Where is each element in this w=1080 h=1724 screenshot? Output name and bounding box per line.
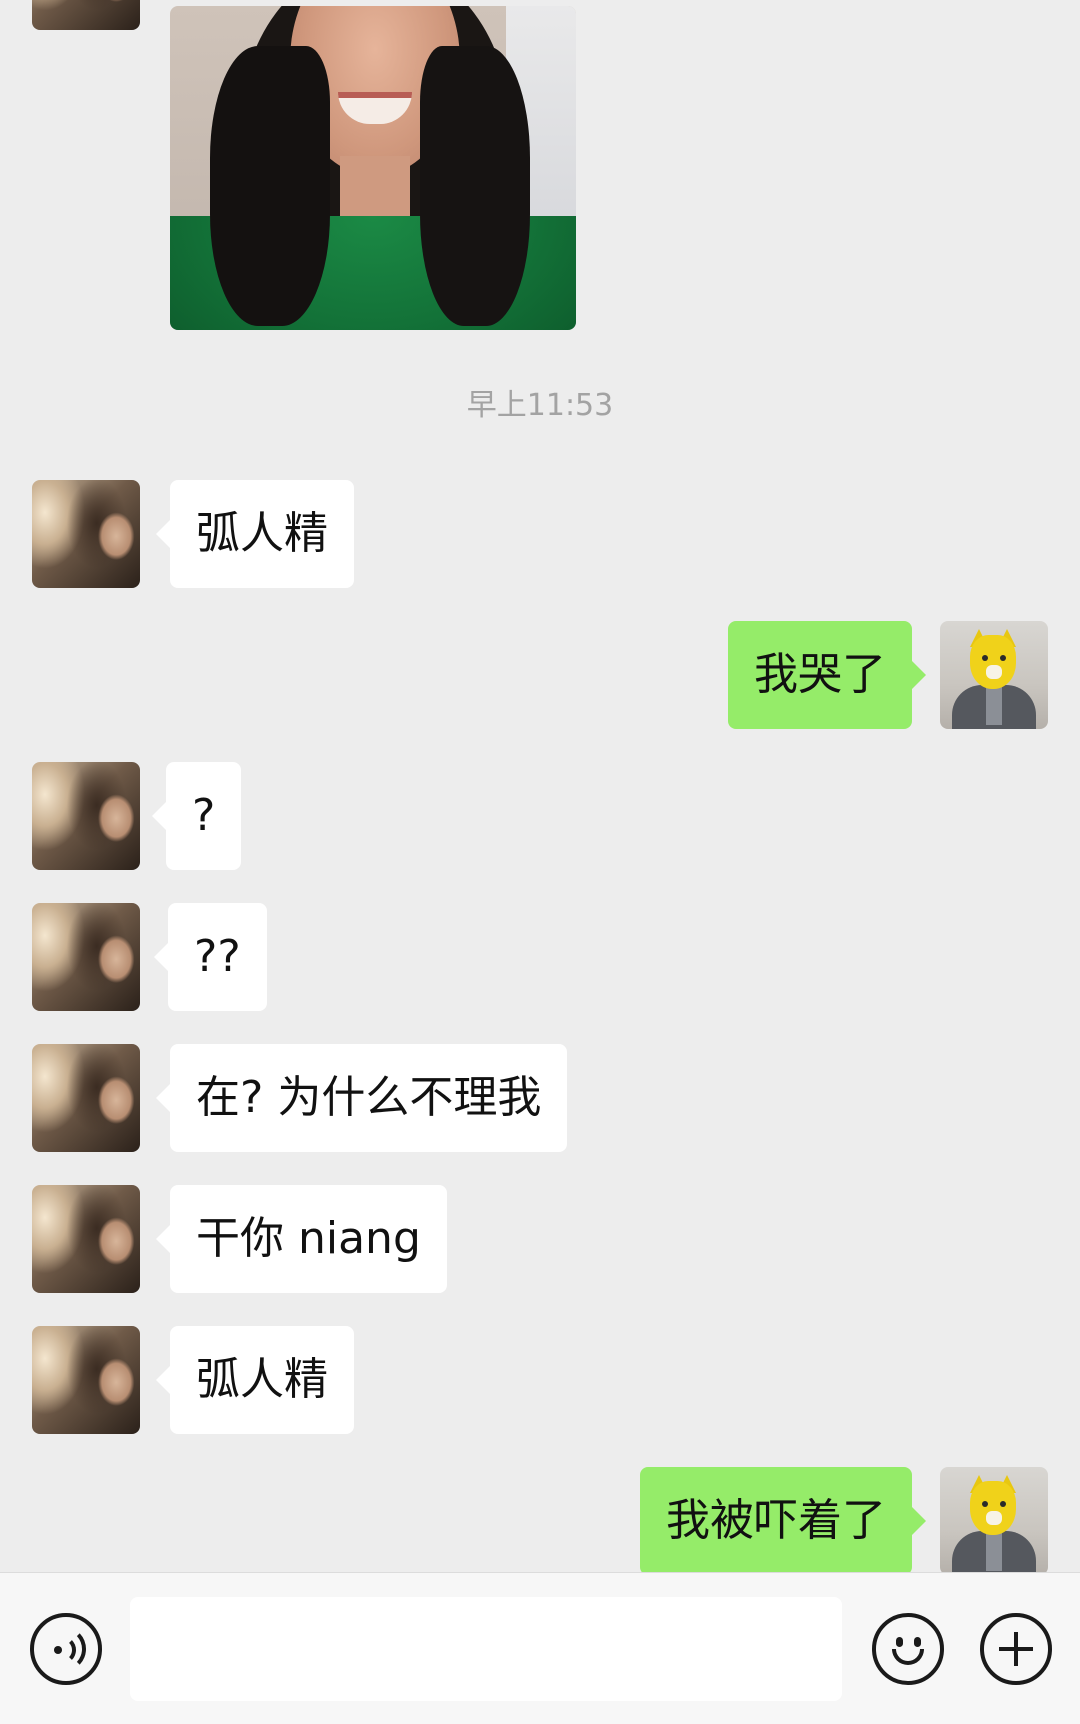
chat-area[interactable]: 早上11:53 弧人精 我哭了 ? ?? 在? 为什么不理我 干你 niang … (0, 0, 1080, 1572)
contact-avatar[interactable] (32, 0, 140, 30)
my-avatar[interactable] (940, 1467, 1048, 1572)
message-bubble-sent[interactable]: 我被吓着了 (640, 1467, 926, 1572)
contact-avatar[interactable] (32, 480, 140, 588)
chat-input-bar (0, 1572, 1080, 1724)
contact-avatar[interactable] (32, 762, 140, 870)
voice-icon[interactable] (30, 1613, 102, 1685)
message-bubble-received[interactable]: 干你 niang (156, 1185, 447, 1293)
message-bubble-received[interactable]: 在? 为什么不理我 (155, 1044, 568, 1152)
contact-avatar[interactable] (32, 1044, 140, 1152)
message-bubble-sent[interactable]: 我哭了 (728, 621, 926, 729)
contact-avatar[interactable] (32, 903, 140, 1011)
message-bubble-received[interactable]: ? (151, 762, 242, 870)
my-avatar[interactable] (940, 621, 1048, 729)
message-bubble-received[interactable]: 弧人精 (156, 480, 354, 588)
plus-icon[interactable] (980, 1613, 1052, 1685)
emoji-icon[interactable] (872, 1613, 944, 1685)
message-bubble-received[interactable]: 弧人精 (156, 1326, 354, 1434)
message-bubble-received[interactable]: ?? (154, 903, 267, 1011)
message-input[interactable] (130, 1597, 842, 1701)
contact-avatar[interactable] (32, 1185, 140, 1293)
photo-message[interactable] (170, 6, 576, 330)
contact-avatar[interactable] (32, 1326, 140, 1434)
message-timestamp: 早上11:53 (466, 388, 614, 423)
